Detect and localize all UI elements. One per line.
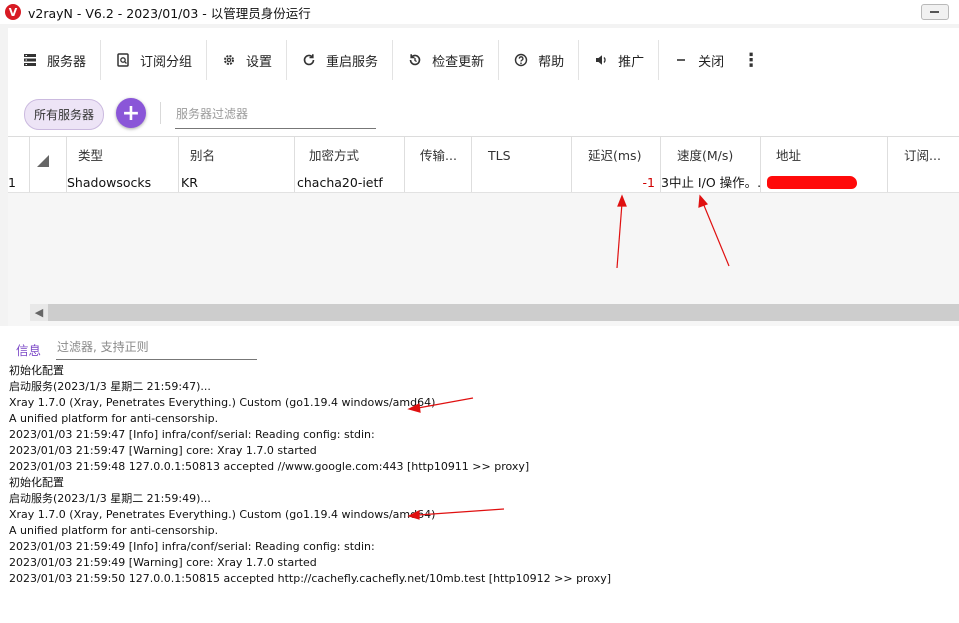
scroll-left-icon[interactable]: ◀ (30, 304, 48, 321)
check-update-button[interactable]: 检查更新 (393, 40, 500, 80)
select-all-corner[interactable] (30, 137, 67, 174)
log-line: 2023/01/03 21:59:50 127.0.0.1:50815 acce… (9, 572, 612, 585)
log-line: 初始化配置 (9, 364, 64, 377)
redaction-mark (767, 176, 857, 189)
log-line: A unified platform for anti-censorship. (9, 524, 219, 537)
cell-latency: -1 (572, 174, 661, 192)
title-bar: V v2rayN - V6.2 - 2023/01/03 - 以管理员身份运行 (0, 0, 959, 24)
column-type[interactable]: 类型 (67, 137, 179, 174)
all-servers-chip[interactable]: 所有服务器 (24, 99, 104, 130)
column-address[interactable]: 地址 (761, 137, 888, 174)
settings-menu-label: 设置 (246, 54, 273, 70)
log-line: Xray 1.7.0 (Xray, Penetrates Everything.… (9, 508, 436, 521)
column-latency[interactable]: 延迟(ms) (572, 137, 661, 174)
log-line: Xray 1.7.0 (Xray, Penetrates Everything.… (9, 396, 436, 409)
server-icon (22, 52, 38, 68)
log-line: 2023/01/03 21:59:48 127.0.0.1:50813 acce… (9, 460, 530, 473)
window-title: v2rayN - V6.2 - 2023/01/03 - 以管理员身份运行 (28, 5, 311, 21)
help-icon (513, 52, 529, 68)
grid-header: 类型 别名 加密方式 传输... TLS 延迟(ms) 速度(M/s) 地址 订… (8, 137, 959, 175)
settings-menu-button[interactable]: 设置 (207, 40, 288, 80)
minimize-button[interactable] (921, 4, 949, 20)
update-icon (407, 52, 423, 68)
tab-info[interactable]: 信息 (16, 340, 41, 359)
subscription-icon (115, 52, 131, 68)
subscription-menu-label: 订阅分组 (140, 54, 193, 70)
log-line: 2023/01/03 21:59:49 [Info] infra/conf/se… (9, 540, 375, 553)
column-tls[interactable]: TLS (472, 137, 572, 174)
main-toolbar: 服务器 订阅分组 设置 重启服务 检查更新 帮助 推广 关闭 ⋮ (8, 28, 959, 92)
cell-address (761, 174, 888, 192)
v2rayn-logo-icon: V (5, 4, 21, 20)
subscription-menu-button[interactable]: 订阅分组 (101, 40, 208, 80)
help-menu-label: 帮助 (538, 54, 565, 70)
row-header-column (8, 137, 30, 174)
cell-security: chacha20-ietf (295, 174, 405, 192)
add-group-button[interactable]: + (116, 98, 146, 128)
gear-icon (221, 52, 237, 68)
servers-menu-button[interactable]: 服务器 (8, 40, 102, 80)
column-subscription[interactable]: 订阅... (888, 137, 959, 174)
restart-service-button[interactable]: 重启服务 (287, 40, 394, 80)
select-all-icon (37, 155, 49, 167)
cell-speed: 3中止 I/O 操作。. (661, 174, 761, 192)
horizontal-scrollbar[interactable]: ◀ (30, 304, 959, 321)
speaker-icon (593, 52, 609, 68)
promotion-label: 推广 (618, 54, 645, 70)
log-filter-input[interactable] (56, 335, 257, 360)
server-list-grid: 类型 别名 加密方式 传输... TLS 延迟(ms) 速度(M/s) 地址 订… (8, 136, 959, 327)
table-row[interactable]: 1 Shadowsocks KR chacha20-ietf -1 3中止 I/… (8, 174, 959, 193)
divider (160, 102, 161, 124)
server-filter-input[interactable] (175, 100, 376, 129)
log-line: A unified platform for anti-censorship. (9, 412, 219, 425)
cell-alias: KR (179, 174, 295, 192)
servers-menu-label: 服务器 (47, 54, 87, 70)
log-line: 初始化配置 (9, 476, 64, 489)
log-output: 初始化配置 启动服务(2023/1/3 星期二 21:59:47)... Xra… (9, 363, 954, 587)
row-index: 1 (8, 174, 30, 192)
close-app-button[interactable]: 关闭 (659, 40, 738, 80)
column-speed[interactable]: 速度(M/s) (661, 137, 761, 174)
log-line: 启动服务(2023/1/3 星期二 21:59:47)... (9, 380, 211, 393)
log-line: 2023/01/03 21:59:49 [Warning] core: Xray… (9, 556, 317, 569)
cell-transport (405, 174, 472, 192)
help-menu-button[interactable]: 帮助 (499, 40, 580, 80)
more-options-icon[interactable]: ⋮ (742, 50, 760, 71)
refresh-icon (301, 52, 317, 68)
promotion-button[interactable]: 推广 (579, 40, 660, 80)
log-panel: 信息 初始化配置 启动服务(2023/1/3 星期二 21:59:47)... … (0, 326, 959, 623)
check-update-label: 检查更新 (432, 54, 485, 70)
column-transport[interactable]: 传输... (405, 137, 472, 174)
log-line: 2023/01/03 21:59:47 [Info] infra/conf/se… (9, 428, 375, 441)
server-filter-bar: 所有服务器 + (8, 92, 959, 136)
log-line: 启动服务(2023/1/3 星期二 21:59:49)... (9, 492, 211, 505)
minus-icon (673, 52, 689, 68)
column-security[interactable]: 加密方式 (295, 137, 405, 174)
row-select-cell[interactable] (30, 174, 67, 192)
column-alias[interactable]: 别名 (179, 137, 295, 174)
cell-type: Shadowsocks (67, 174, 179, 192)
restart-service-label: 重启服务 (326, 54, 379, 70)
cell-subscription (888, 174, 959, 192)
log-line: 2023/01/03 21:59:47 [Warning] core: Xray… (9, 444, 317, 457)
close-app-label: 关闭 (698, 54, 725, 70)
cell-tls (472, 174, 572, 192)
